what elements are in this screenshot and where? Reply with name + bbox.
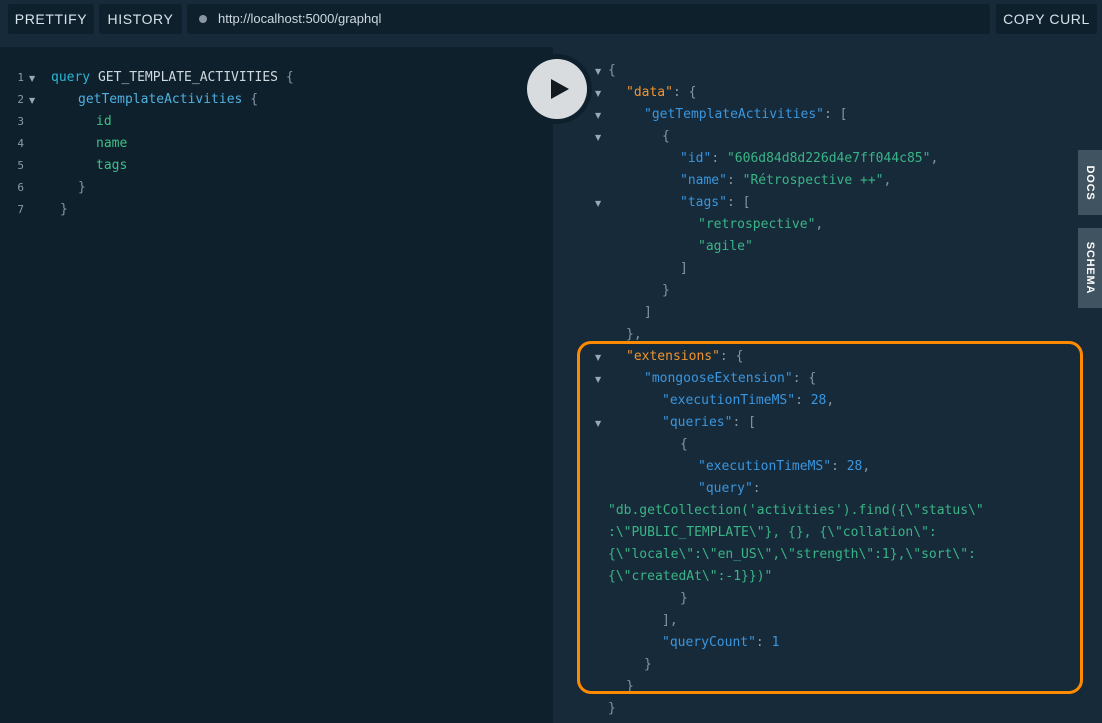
line-number: 5 bbox=[17, 159, 24, 172]
play-button-face[interactable] bbox=[527, 59, 587, 119]
code-line: query GET_TEMPLATE_ACTIVITIES { bbox=[51, 70, 294, 85]
root-field: getTemplateActivities bbox=[78, 92, 243, 107]
json-line: ] bbox=[680, 261, 688, 276]
play-icon bbox=[551, 79, 569, 99]
json-line: "name": "Rétrospective ++", bbox=[680, 173, 892, 188]
selection-field: name bbox=[96, 136, 128, 151]
json-line: "getTemplateActivities": [ bbox=[644, 107, 848, 122]
json-line: ] bbox=[644, 305, 652, 320]
fold-arrow-icon[interactable]: ▼ bbox=[29, 74, 35, 83]
root-key: "getTemplateActivities" bbox=[644, 107, 825, 122]
docs-tab-label: DOCS bbox=[1084, 165, 1096, 200]
data-key: "data" bbox=[626, 85, 673, 100]
fold-arrow-icon[interactable]: ▼ bbox=[595, 67, 601, 76]
query-keyword: query bbox=[51, 70, 91, 85]
json-line: } bbox=[662, 283, 670, 298]
line-number: 3 bbox=[17, 115, 24, 128]
endpoint-url-field[interactable]: http://localhost:5000/graphql bbox=[187, 4, 990, 34]
json-line: { bbox=[608, 63, 616, 78]
query-editor[interactable]: 1 2 3 4 5 6 7 ▼ ▼ query GET_TEMPLATE_ACT… bbox=[0, 47, 553, 723]
fold-arrow-icon[interactable]: ▼ bbox=[595, 199, 601, 208]
line-number: 2 bbox=[17, 93, 24, 106]
json-line: "retrospective", bbox=[698, 217, 824, 232]
fold-arrow-icon[interactable]: ▼ bbox=[29, 96, 35, 105]
tag-value: "agile" bbox=[698, 239, 753, 254]
id-value: "606d84d8d226d4e7ff044c85" bbox=[726, 151, 931, 166]
prettify-button[interactable]: PRETTIFY bbox=[8, 4, 94, 34]
line-number: 7 bbox=[17, 203, 24, 216]
operation-name: GET_TEMPLATE_ACTIVITIES bbox=[97, 70, 278, 85]
tag-value: "retrospective" bbox=[698, 217, 816, 232]
fold-arrow-icon[interactable]: ▼ bbox=[595, 89, 601, 98]
json-line: } bbox=[608, 701, 616, 716]
fold-arrow-icon[interactable]: ▼ bbox=[595, 133, 601, 142]
json-line: { bbox=[662, 129, 670, 144]
name-value: "Rétrospective ++" bbox=[742, 173, 884, 188]
fold-arrow-icon[interactable]: ▼ bbox=[595, 111, 601, 120]
execute-query-button[interactable] bbox=[522, 54, 592, 124]
selection-field: id bbox=[96, 114, 112, 129]
history-button[interactable]: HISTORY bbox=[99, 4, 182, 34]
schema-tab[interactable]: SCHEMA bbox=[1078, 228, 1102, 308]
docs-tab[interactable]: DOCS bbox=[1078, 150, 1102, 215]
line-number: 4 bbox=[17, 137, 24, 150]
json-line: }, bbox=[626, 327, 642, 342]
line-number: 6 bbox=[17, 181, 24, 194]
copy-curl-button[interactable]: COPY CURL bbox=[996, 4, 1097, 34]
toolbar: PRETTIFY HISTORY http://localhost:5000/g… bbox=[0, 0, 1102, 47]
json-line: "data": { bbox=[626, 85, 697, 100]
line-number: 1 bbox=[17, 71, 24, 84]
json-line: "id": "606d84d8d226d4e7ff044c85", bbox=[680, 151, 939, 166]
code-line: } bbox=[78, 180, 86, 195]
code-line: } bbox=[60, 202, 68, 217]
schema-tab-label: SCHEMA bbox=[1084, 241, 1096, 295]
status-dot-icon bbox=[199, 15, 207, 23]
endpoint-url-text: http://localhost:5000/graphql bbox=[218, 11, 382, 26]
highlight-box bbox=[577, 341, 1083, 694]
selection-field: tags bbox=[96, 158, 128, 173]
code-line: getTemplateActivities { bbox=[78, 92, 259, 107]
json-line: "tags": [ bbox=[680, 195, 751, 210]
